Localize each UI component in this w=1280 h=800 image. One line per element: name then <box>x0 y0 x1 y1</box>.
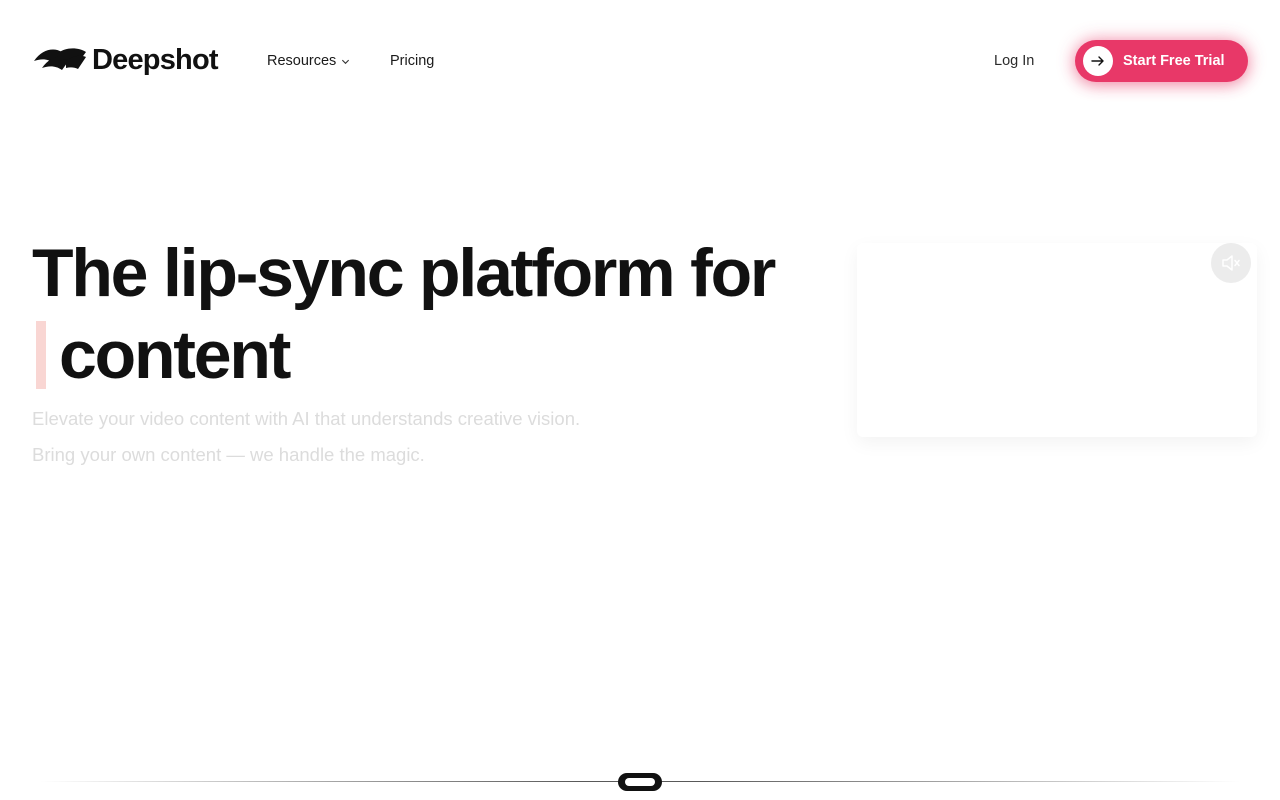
hero-subtitle-line1: Elevate your video content with AI that … <box>32 408 581 429</box>
start-free-trial-label: Start Free Trial <box>1123 53 1225 69</box>
nav-resources-dropdown[interactable]: Resources <box>267 51 350 71</box>
login-link[interactable]: Log In <box>994 51 1034 71</box>
brand-name: Deepshot <box>92 43 219 76</box>
arrow-right-icon <box>1083 46 1113 76</box>
hero-headline-line2-wrap: content <box>32 314 832 396</box>
start-free-trial-button[interactable]: Start Free Trial <box>1075 40 1248 82</box>
deepshot-logo-icon <box>34 48 86 70</box>
speaker-muted-icon <box>1222 255 1240 271</box>
nav-resources-label: Resources <box>267 53 337 69</box>
hero-headline: The lip-sync platform for content <box>32 232 832 396</box>
hero-headline-line1: The lip-sync platform for <box>32 235 776 311</box>
nav-pricing-link[interactable]: Pricing <box>390 51 434 71</box>
chevron-down-icon <box>342 59 350 64</box>
site-header: Deepshot Resources Pricing Log In Start … <box>0 0 1280 122</box>
page: Deepshot Resources Pricing Log In Start … <box>0 0 1280 800</box>
mute-toggle-button[interactable] <box>1211 243 1251 283</box>
hero-subtitle-line2: Bring your own content — we handle the m… <box>32 444 425 465</box>
brand-logo-link[interactable]: Deepshot <box>32 42 219 78</box>
typing-caret <box>36 321 46 389</box>
timeline-scroll-handle[interactable] <box>618 773 662 791</box>
hero-video-player[interactable] <box>857 243 1257 437</box>
hero-headline-line2: content <box>59 317 291 393</box>
